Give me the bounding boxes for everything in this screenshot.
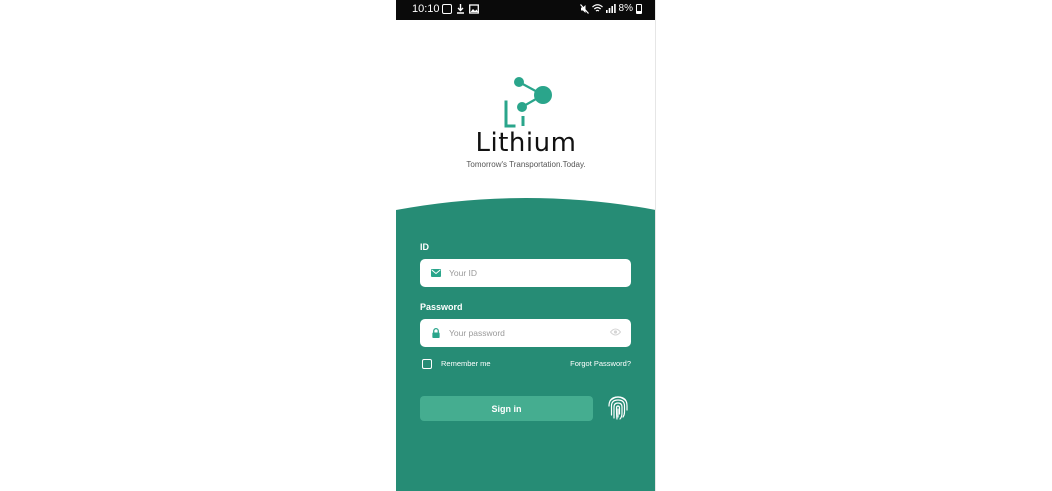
battery-icon [636, 3, 642, 14]
mail-icon [431, 269, 441, 277]
login-panel: ID Password [396, 196, 655, 491]
remember-row: Remember me Forgot Password? [420, 358, 631, 372]
id-input[interactable] [449, 268, 599, 278]
notification-app-icon [442, 4, 452, 14]
remember-label[interactable]: Remember me [441, 359, 491, 368]
battery-percent: 8% [618, 3, 633, 14]
id-label: ID [420, 242, 429, 252]
download-icon [457, 4, 464, 14]
status-bar: 10:10 8% [396, 0, 655, 20]
wifi-icon [591, 4, 603, 12]
password-input[interactable] [449, 328, 599, 338]
status-time: 10:10 [412, 3, 440, 15]
brand-tagline: Tomorrow's Transportation.Today. [466, 160, 586, 169]
fingerprint-icon[interactable] [607, 393, 629, 421]
signin-button[interactable]: Sign in [420, 396, 593, 421]
eye-icon[interactable] [610, 328, 621, 336]
page: 10:10 8% Li Lithium Tomorrow's Transport… [0, 0, 1052, 491]
forgot-password-link[interactable]: Forgot Password? [570, 359, 631, 368]
password-input-box[interactable] [420, 319, 631, 347]
brand-symbol: Li [500, 74, 502, 75]
image-icon [469, 4, 479, 14]
remember-checkbox[interactable] [422, 359, 432, 369]
mute-icon [579, 3, 589, 14]
molecule-icon: Li [500, 74, 552, 128]
lock-icon [432, 328, 440, 338]
id-input-box[interactable] [420, 259, 631, 287]
status-right: 8% [579, 3, 642, 14]
password-label: Password [420, 302, 463, 312]
signal-icon [605, 4, 616, 13]
brand-logo: Li Lithium Tomorrow's Transportation.Tod… [396, 70, 655, 180]
notification-icons [442, 4, 479, 14]
brand-name: Lithium [475, 128, 577, 158]
phone-screen: 10:10 8% Li Lithium Tomorrow's Transport… [396, 0, 656, 491]
